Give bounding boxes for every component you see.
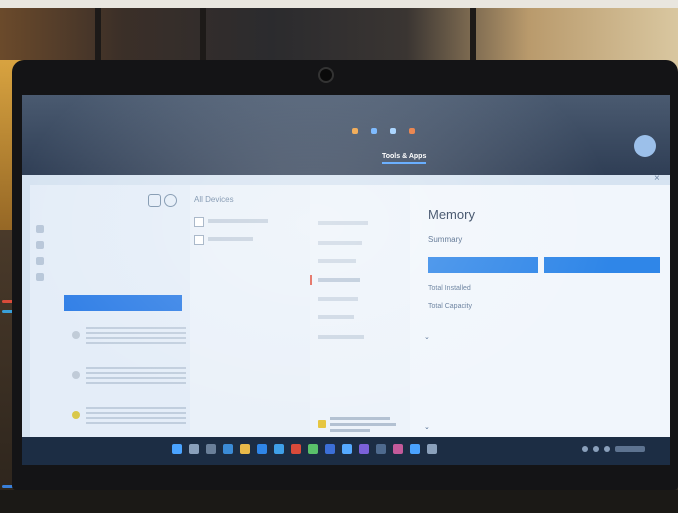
list-item-text <box>86 407 186 427</box>
app-icon[interactable] <box>376 444 386 454</box>
bookmark-icon <box>371 128 377 134</box>
list-item-text <box>86 367 186 387</box>
widgets-icon[interactable] <box>223 444 233 454</box>
search-icon[interactable] <box>189 444 199 454</box>
device-list-pane: All Devices <box>190 185 310 465</box>
app-icon[interactable] <box>427 444 437 454</box>
selected-indicator <box>310 275 312 285</box>
row-checkbox[interactable] <box>194 235 204 245</box>
left-sidebar <box>30 185 190 465</box>
close-icon[interactable]: × <box>654 173 660 184</box>
nav-tools-apps[interactable]: Tools & Apps <box>382 153 427 164</box>
device-list-title: All Devices <box>194 195 234 204</box>
memory-usage-bar <box>428 257 538 273</box>
list-item-icon <box>72 411 80 419</box>
sidebar-item-icon <box>36 225 44 233</box>
bookmark[interactable] <box>371 128 380 134</box>
bookmark[interactable] <box>390 128 399 134</box>
task-view-icon[interactable] <box>206 444 216 454</box>
bookmark[interactable] <box>352 128 361 134</box>
category-item[interactable] <box>318 221 368 225</box>
chevron-down-icon[interactable]: ⌄ <box>424 333 430 341</box>
category-item-memory[interactable] <box>318 278 360 282</box>
chevron-down-icon[interactable]: ⌄ <box>424 423 430 431</box>
list-item-text <box>86 327 186 347</box>
edge-icon[interactable] <box>257 444 267 454</box>
outlook-icon[interactable] <box>325 444 335 454</box>
category-item[interactable] <box>318 259 356 263</box>
row-checkbox[interactable] <box>194 217 204 227</box>
category-item[interactable] <box>318 241 362 245</box>
app-icon[interactable] <box>410 444 420 454</box>
list-item-icon <box>72 331 80 339</box>
device-row[interactable] <box>208 219 268 223</box>
webcam <box>318 67 334 83</box>
info-note <box>330 417 400 432</box>
bookmark-icon <box>352 128 358 134</box>
bookmarks-bar <box>352 128 418 134</box>
bookmark-icon <box>409 128 415 134</box>
info-icon <box>318 420 326 428</box>
page-title: Memory <box>428 207 475 222</box>
app-topbar: Tools & Apps <box>22 95 670 175</box>
sidebar-item-icon <box>36 257 44 265</box>
bookmark[interactable] <box>409 128 418 134</box>
wifi-icon[interactable] <box>582 446 588 452</box>
system-tray <box>582 446 645 452</box>
app-icon[interactable] <box>308 444 318 454</box>
laptop-screen: Tools & Apps All Devices Memory Summary … <box>22 95 670 465</box>
main-nav: Tools & Apps <box>382 153 478 164</box>
bookmark-icon <box>390 128 396 134</box>
category-pane <box>310 185 410 465</box>
total-capacity-label: Total Capacity <box>428 303 472 310</box>
memory-capacity-bar <box>544 257 660 273</box>
wall-background <box>0 0 678 8</box>
windows-taskbar <box>22 437 670 465</box>
sidebar-primary-button[interactable] <box>64 295 182 311</box>
app-icon[interactable] <box>393 444 403 454</box>
battery-icon[interactable] <box>604 446 610 452</box>
list-item-icon <box>72 371 80 379</box>
desk-surface <box>0 490 678 513</box>
taskbar-apps <box>172 444 437 454</box>
volume-icon[interactable] <box>593 446 599 452</box>
store-icon[interactable] <box>274 444 284 454</box>
teams-icon[interactable] <box>359 444 369 454</box>
category-item[interactable] <box>318 315 354 319</box>
filter-icon[interactable] <box>148 194 161 207</box>
sidebar-item-icon <box>36 273 44 281</box>
device-row[interactable] <box>208 237 253 241</box>
sidebar-item-icon <box>36 241 44 249</box>
app-icon[interactable] <box>342 444 352 454</box>
summary-heading: Summary <box>428 235 463 244</box>
total-installed-label: Total Installed <box>428 285 471 292</box>
start-icon[interactable] <box>172 444 182 454</box>
avatar[interactable] <box>634 135 656 157</box>
refresh-icon[interactable] <box>164 194 177 207</box>
category-item[interactable] <box>318 297 358 301</box>
clock[interactable] <box>615 446 645 452</box>
category-item[interactable] <box>318 335 364 339</box>
file-explorer-icon[interactable] <box>240 444 250 454</box>
memory-panel: Memory Summary Total Installed Total Cap… <box>410 185 670 465</box>
app-icon[interactable] <box>291 444 301 454</box>
